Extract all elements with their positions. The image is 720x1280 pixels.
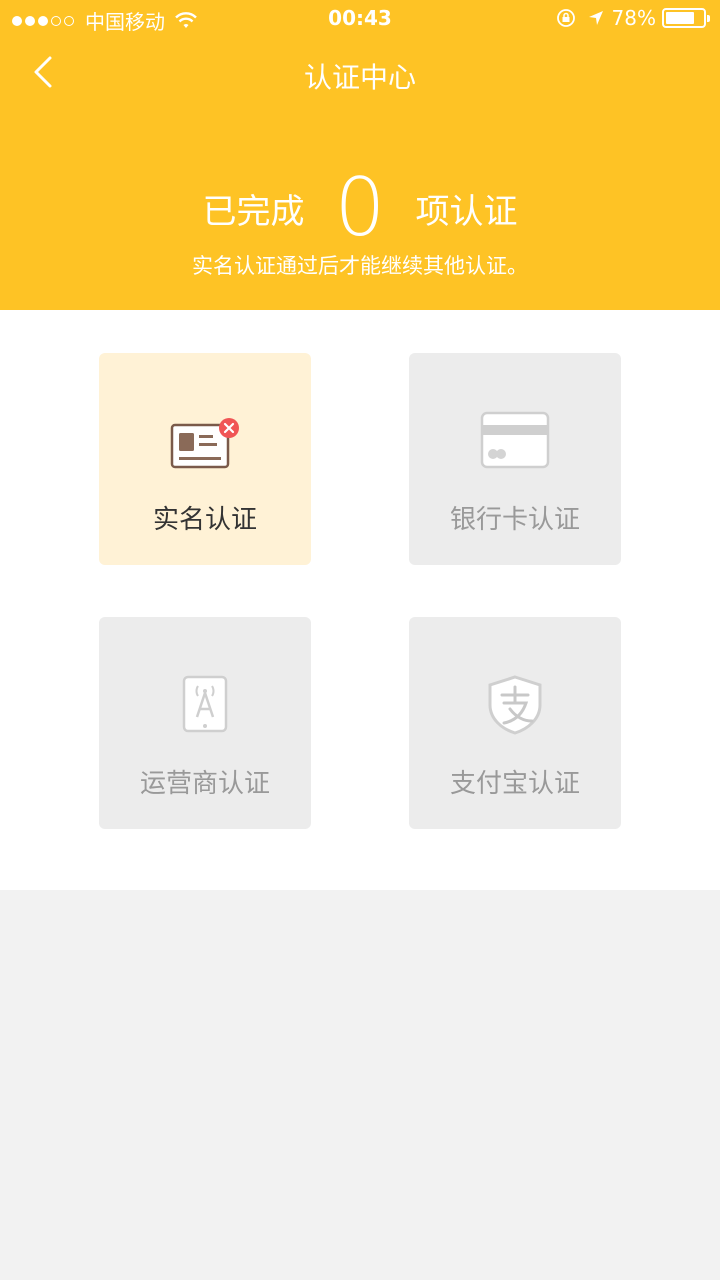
alipay-verification-card[interactable]: 支付宝认证 [409, 617, 621, 829]
card-label: 银行卡认证 [449, 505, 580, 535]
completion-suffix: 项认证 [415, 191, 518, 232]
id-card-icon [170, 411, 240, 471]
bank-card-icon [480, 411, 550, 471]
battery-percent: 78% [611, 6, 656, 30]
location-icon [588, 11, 603, 25]
carrier-verification-card[interactable]: 运营商认证 [99, 617, 311, 829]
verification-grid: 实名认证 银行卡认证 运营商认证 支付宝认证 [0, 310, 720, 890]
page-title: 认证中心 [303, 61, 416, 94]
card-label: 运营商认证 [139, 769, 270, 799]
real-name-verification-card[interactable]: 实名认证 [99, 353, 311, 565]
header: 中国移动 00:43 78% 认证中心 已完成 0 项认证 实名认证通过后才能继… [0, 0, 720, 310]
card-label: 实名认证 [152, 505, 257, 535]
bank-card-verification-card[interactable]: 银行卡认证 [409, 353, 621, 565]
battery-icon [662, 8, 710, 28]
completion-prefix: 已完成 [202, 191, 305, 232]
mobile-signal-icon [170, 675, 240, 735]
status-bar: 中国移动 00:43 78% [0, 0, 720, 38]
completion-count: 0 [334, 161, 386, 254]
rotation-lock-icon [556, 9, 575, 27]
completion-summary: 已完成 0 项认证 [0, 168, 720, 248]
card-label: 支付宝认证 [449, 769, 580, 799]
completion-note: 实名认证通过后才能继续其他认证。 [192, 254, 528, 278]
alipay-icon [480, 675, 550, 735]
